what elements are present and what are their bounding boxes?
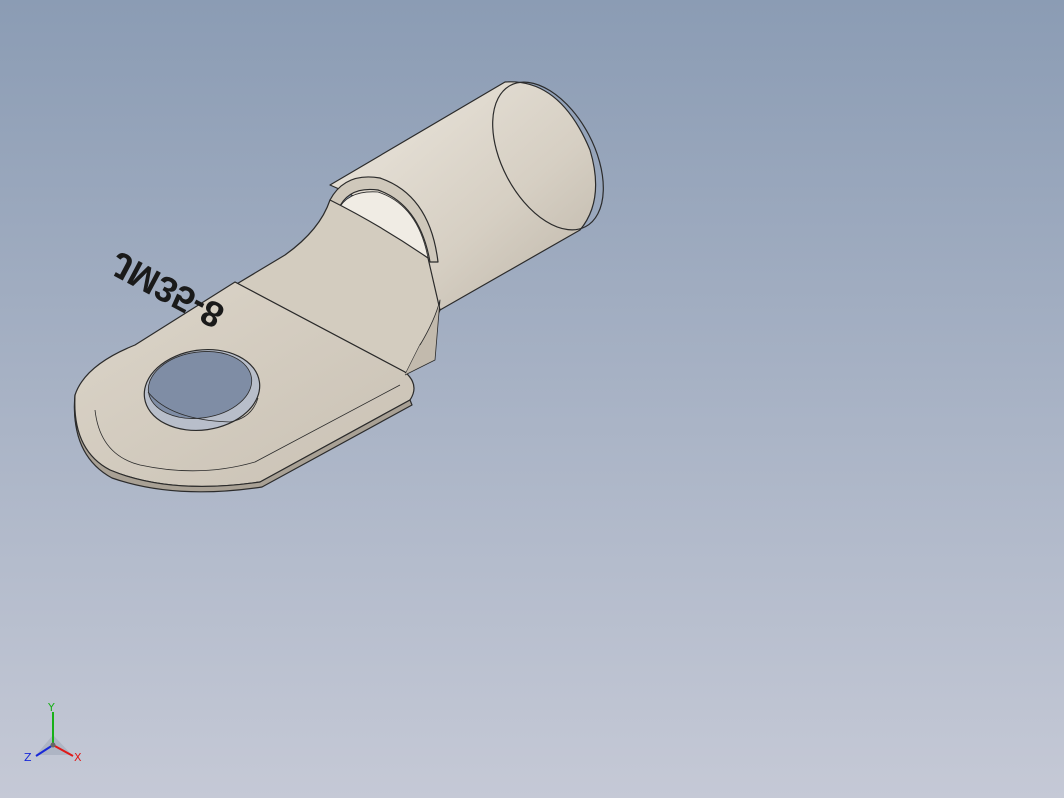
x-axis-label: X <box>74 751 82 764</box>
y-axis-label: Y <box>47 701 55 714</box>
triad-origin <box>50 742 56 748</box>
z-axis-label: Z <box>24 751 32 764</box>
coordinate-triad[interactable]: Y X Z <box>18 700 88 770</box>
model-canvas[interactable]: JM35-8 <box>0 0 1064 798</box>
graphics-viewport[interactable]: JM35-8 Y X Z <box>0 0 1064 798</box>
